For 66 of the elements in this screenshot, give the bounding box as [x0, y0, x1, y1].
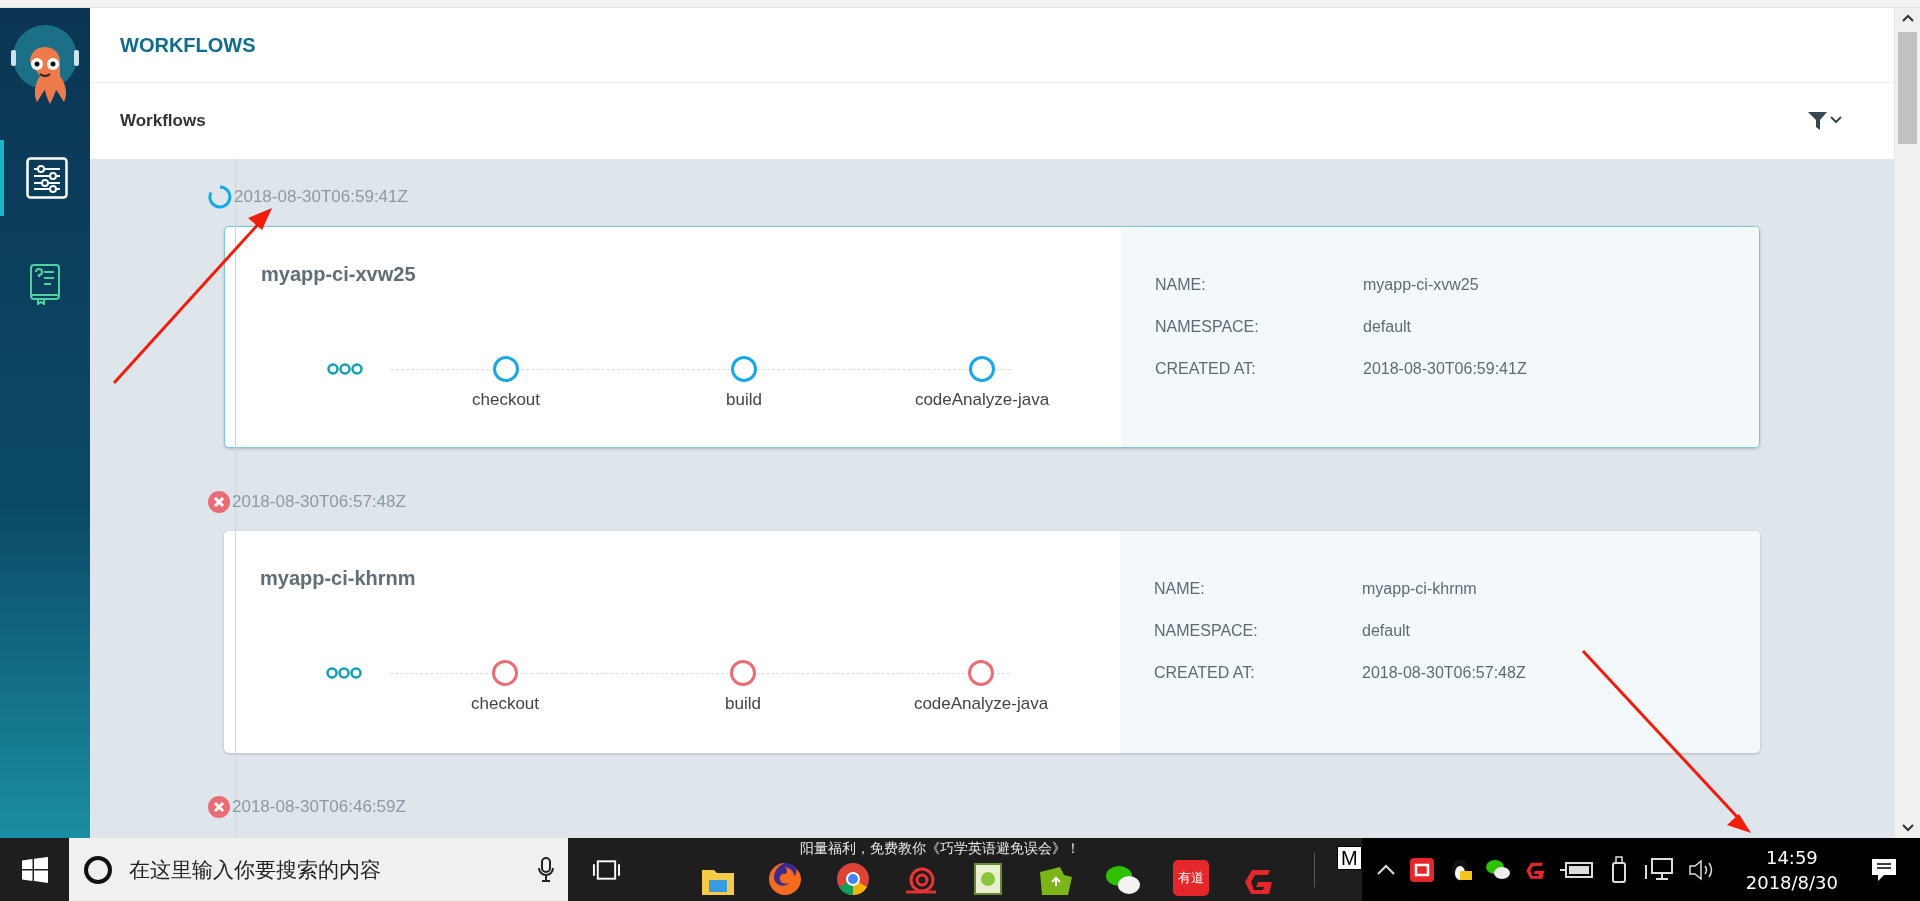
filter-dropdown-icon[interactable] [1808, 111, 1844, 131]
step-node[interactable] [493, 356, 519, 382]
step-node[interactable] [730, 660, 756, 686]
page-title: WORKFLOWS [120, 33, 256, 57]
workflow-card[interactable]: myapp-ci-khrnm checkout build codeAnalyze-java NAME: myapp-ci-khrnm NAMESPACE: default CREATED AT: 2018-08-30T06:57:48Z [224, 531, 1760, 753]
start-dots-icon [326, 667, 362, 679]
timestamp: 2018-08-30T06:46:59Z [232, 797, 406, 817]
detail-label: CREATED AT: [1154, 663, 1256, 683]
step-node[interactable] [492, 660, 518, 686]
failed-status-icon [208, 796, 230, 818]
workflow-name: myapp-ci-xvw25 [261, 262, 416, 286]
battery-icon[interactable] [1559, 859, 1596, 880]
workflow-name: myapp-ci-khrnm [260, 566, 416, 590]
timestamp: 2018-08-30T06:59:41Z [234, 187, 408, 207]
detail-value: 2018-08-30T06:59:41Z [1363, 359, 1527, 379]
detail-label: NAMESPACE: [1154, 621, 1259, 641]
running-status-icon [208, 185, 232, 209]
help-book-icon [29, 263, 61, 305]
taskbar-search-box[interactable]: 在这里输入你要搜索的内容 [69, 838, 569, 901]
detail-label: NAME: [1155, 275, 1207, 295]
tray-app-icon[interactable] [1409, 857, 1434, 882]
clock-time[interactable]: 14:59 [1765, 846, 1818, 868]
scrollbar[interactable] [1894, 8, 1920, 838]
workflow-card[interactable]: myapp-ci-xvw25 checkout build codeAnalyze-java NAME: myapp-ci-xvw25 NAMESPACE: default CREATED AT: 2018-08-30T06:59:41Z [224, 226, 1760, 448]
sliders-icon [26, 157, 68, 199]
show-hidden-icons-caret[interactable] [1375, 863, 1396, 876]
step-label: build [726, 390, 762, 410]
chat-bubbles-icon[interactable] [1105, 864, 1142, 896]
task-view-icon[interactable] [592, 858, 622, 881]
step-node[interactable] [969, 356, 995, 382]
step-label: checkout [470, 694, 539, 714]
notification-text: 阳量福利，免费教你《巧学英语避免误会》！ [800, 840, 1080, 857]
detail-label: NAME: [1154, 579, 1206, 599]
step-label: codeAnalyze-java [913, 694, 1049, 714]
folder-upload-icon[interactable] [1038, 866, 1073, 896]
detail-label: CREATED AT: [1155, 359, 1257, 379]
step-label: checkout [471, 390, 540, 410]
scrollbar-thumb[interactable] [1898, 32, 1917, 144]
cortana-circle-icon [83, 854, 114, 885]
detail-value: 2018-08-30T06:57:48Z [1362, 663, 1526, 683]
windows-start-icon[interactable] [21, 856, 48, 883]
search-field[interactable]: 在这里输入你要搜索的内容 [127, 856, 525, 883]
timestamp: 2018-08-30T06:57:48Z [232, 492, 406, 512]
detail-value: default [1363, 317, 1412, 337]
clock-date[interactable]: 2018/8/30 [1745, 871, 1839, 893]
step-label: codeAnalyze-java [914, 390, 1050, 410]
browser-icon[interactable] [835, 862, 870, 896]
volume-icon[interactable] [1687, 858, 1714, 881]
detail-value: myapp-ci-xvw25 [1363, 275, 1479, 295]
chat-bubbles-icon[interactable] [1485, 858, 1510, 881]
step-node[interactable] [968, 660, 994, 686]
notification-center-icon[interactable] [1870, 856, 1899, 883]
detail-value: myapp-ci-khrnm [1362, 579, 1477, 599]
failed-status-icon [208, 491, 230, 513]
step-label: build [725, 694, 761, 714]
step-node[interactable] [731, 356, 757, 382]
dictionary-app-icon[interactable]: 有道 [1172, 860, 1209, 896]
section-title: Workflows [120, 111, 206, 131]
pinned-app-icon[interactable]: M [1337, 845, 1362, 870]
notepad-icon[interactable] [973, 862, 1004, 896]
snail-icon[interactable] [903, 866, 938, 896]
detail-value: default [1362, 621, 1411, 641]
detail-label: NAMESPACE: [1155, 317, 1260, 337]
network-icon[interactable] [1643, 856, 1674, 883]
microphone-icon[interactable] [538, 856, 555, 883]
start-dots-icon [327, 363, 363, 375]
